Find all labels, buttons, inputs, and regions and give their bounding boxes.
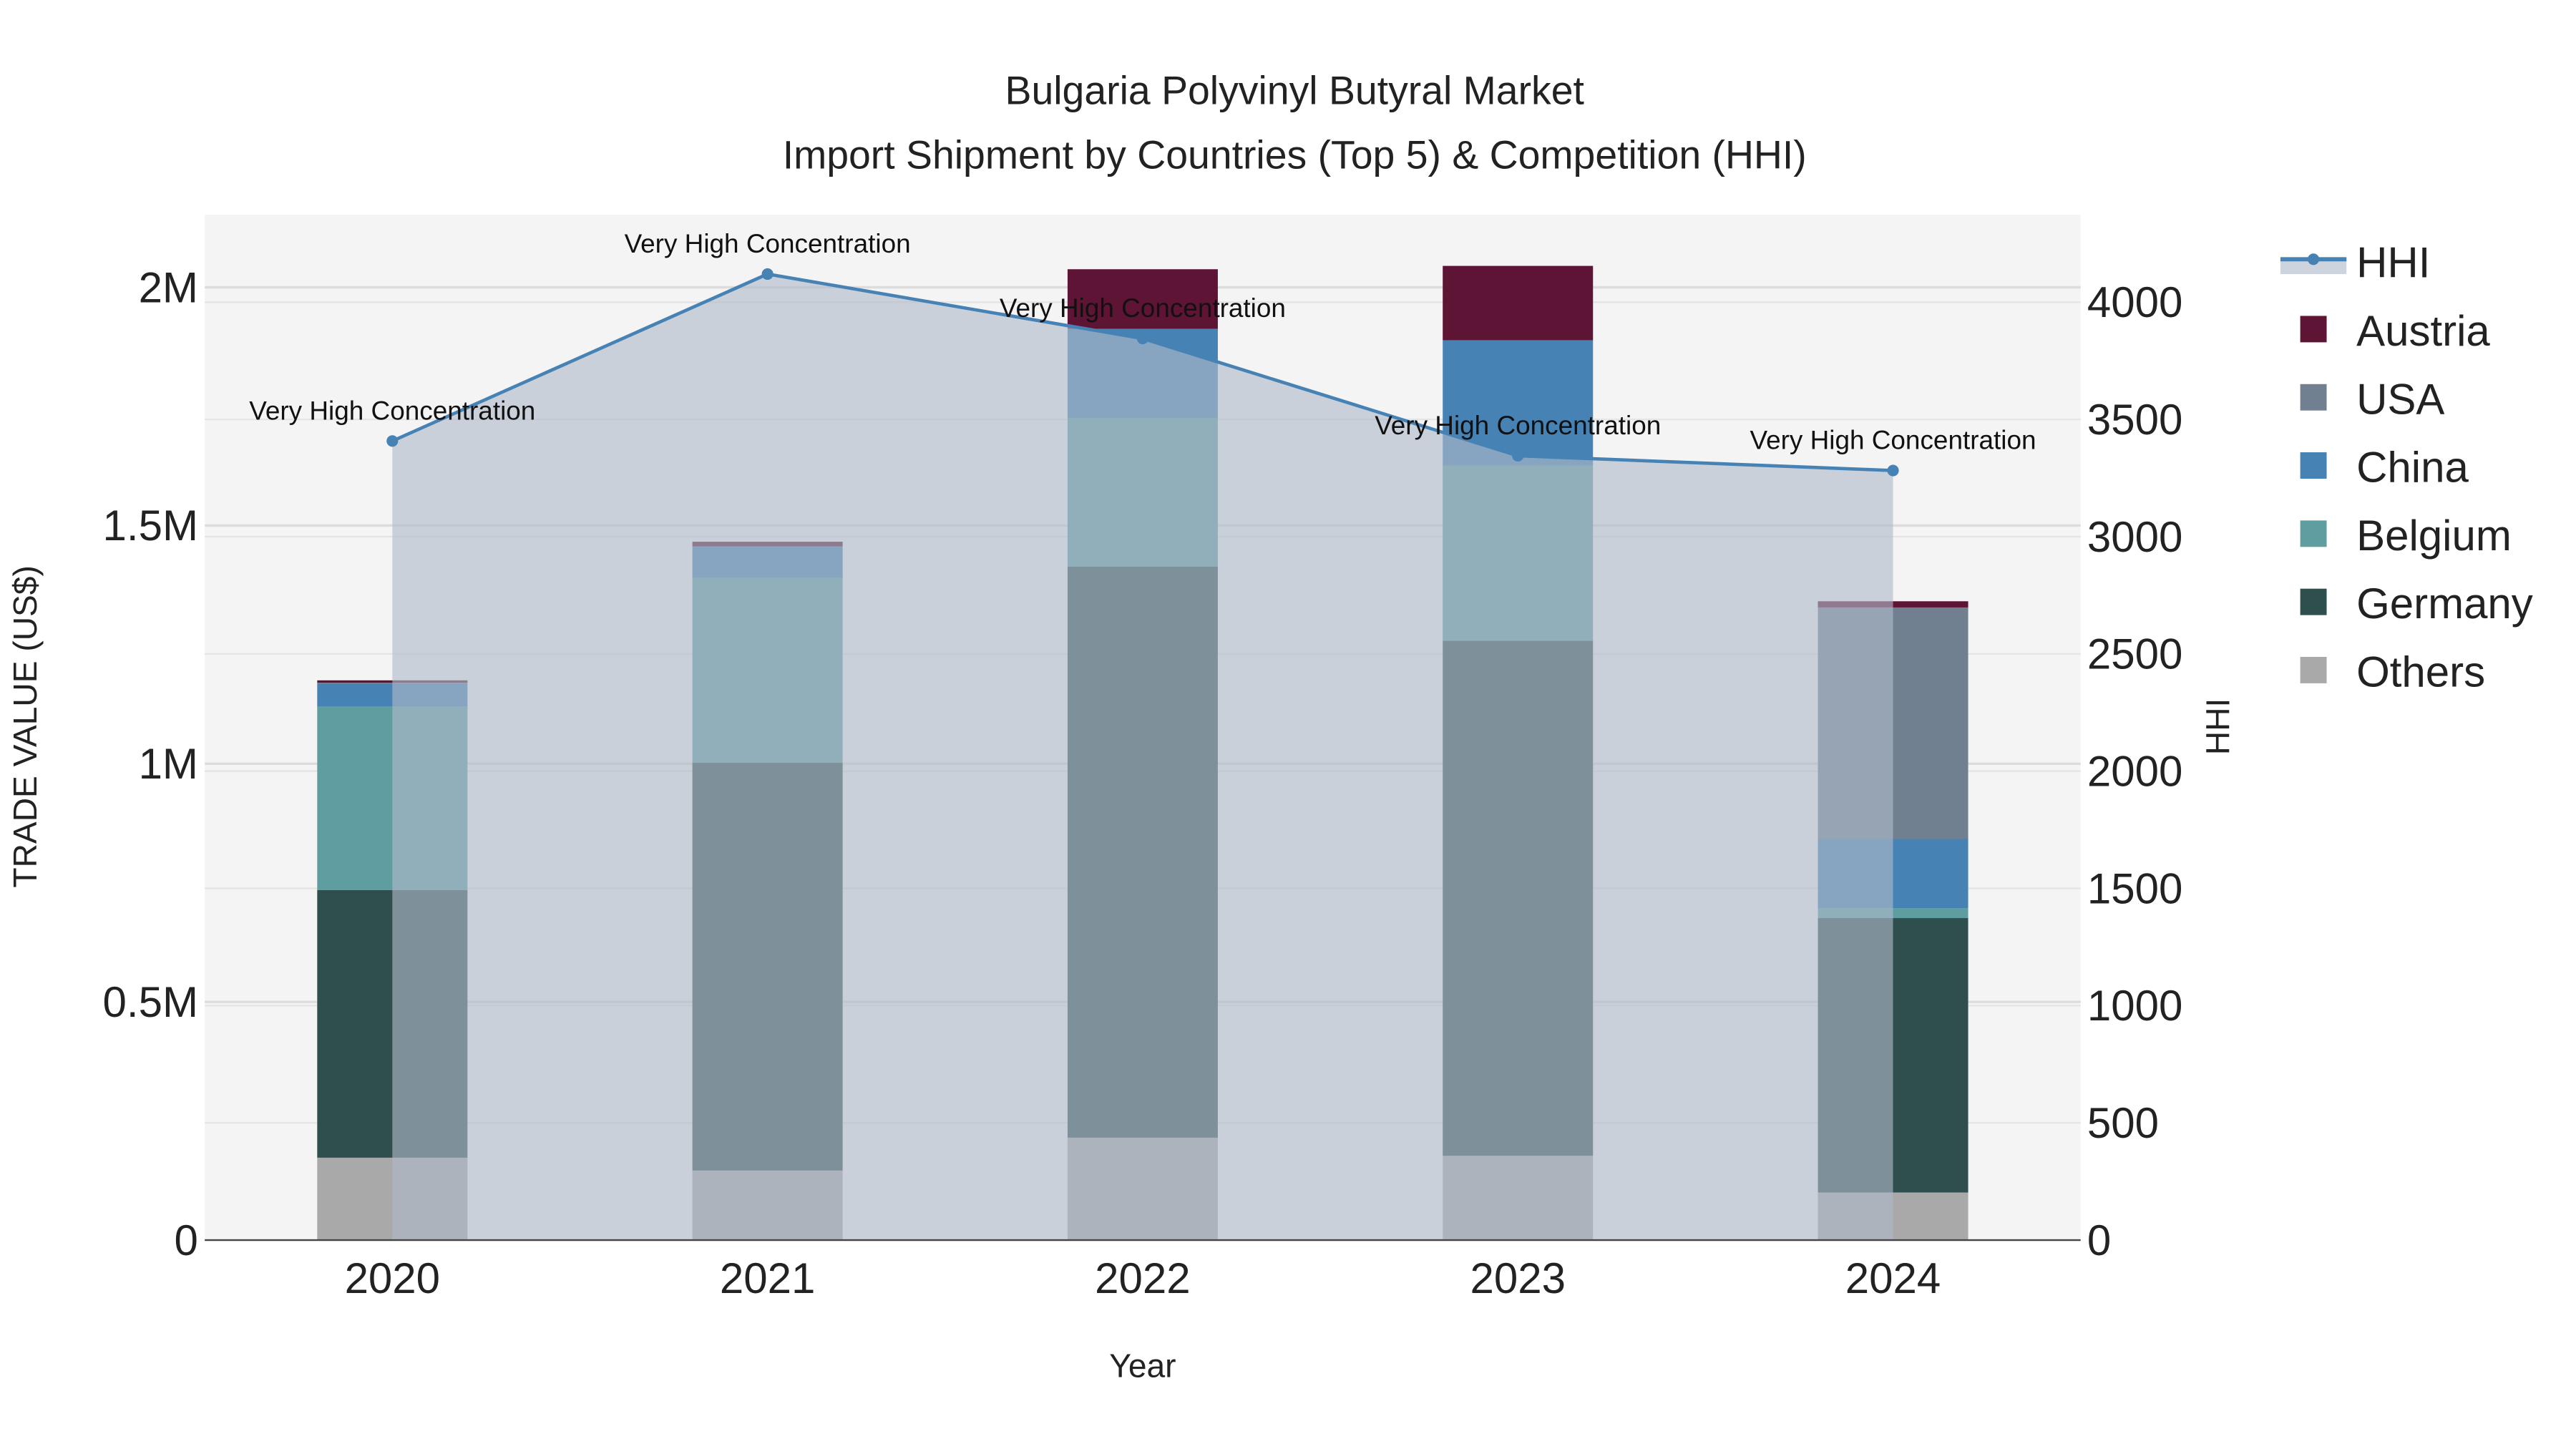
hhi-annotation-2023: Very High Concentration (1375, 411, 1661, 440)
hhi-point-2023 (1512, 449, 1524, 462)
legend-swatch-belgium (2300, 520, 2327, 547)
legend-swatch-others (2300, 657, 2327, 683)
x-axis-ticks: 2020 2021 2022 2023 2024 (345, 1254, 1941, 1302)
hhi-annotation-2024: Very High Concentration (1750, 426, 2036, 455)
legend-swatch-china (2300, 452, 2327, 479)
x-tick-label: 2024 (1845, 1254, 1941, 1302)
x-tick-label: 2020 (345, 1254, 440, 1302)
hhi-point-2022 (1136, 333, 1148, 345)
y-tick-label: 1M (139, 740, 198, 788)
y2-tick-label: 2000 (2087, 747, 2182, 795)
y-tick-label: 0.5M (103, 978, 198, 1026)
legend: HHI Austria USA China Belgium Germany Others (2280, 239, 2533, 696)
y-tick-label: 2M (139, 263, 198, 311)
y2-tick-label: 2500 (2087, 630, 2182, 678)
legend-item-austria[interactable]: Austria (2300, 307, 2491, 355)
hhi-annotation-2020: Very High Concentration (249, 396, 535, 425)
legend-item-others[interactable]: Others (2300, 648, 2486, 696)
hhi-annotation-2022: Very High Concentration (1000, 293, 1286, 323)
legend-label: China (2356, 444, 2469, 492)
legend-item-germany[interactable]: Germany (2300, 580, 2533, 628)
legend-label: Germany (2356, 580, 2533, 628)
x-axis-label: Year (1109, 1347, 1176, 1385)
y2-tick-label: 1500 (2087, 864, 2182, 912)
y2-tick-label: 3500 (2087, 396, 2182, 444)
legend-item-usa[interactable]: USA (2300, 375, 2445, 423)
y2-tick-label: 1000 (2087, 982, 2182, 1030)
y2-tick-label: 4000 (2087, 278, 2182, 326)
y2-tick-label: 3000 (2087, 513, 2182, 561)
bar-austria-2023 (1443, 265, 1594, 341)
hhi-point-2024 (1887, 464, 1899, 477)
hhi-point-2021 (761, 268, 774, 280)
y-tick-label: 0 (175, 1216, 198, 1264)
legend-label: Belgium (2356, 512, 2512, 560)
legend-label: Austria (2356, 307, 2490, 355)
legend-marker-hhi (2308, 253, 2320, 265)
y2-tick-label: 500 (2087, 1099, 2159, 1147)
chart-subtitle: Import Shipment by Countries (Top 5) & C… (783, 132, 1807, 177)
hhi-annotation-2021: Very High Concentration (625, 229, 911, 258)
y2-axis-ticks: 0 500 1000 1500 2000 2500 3000 3500 4000 (2087, 278, 2182, 1264)
legend-item-hhi[interactable]: HHI (2280, 239, 2430, 287)
x-tick-label: 2021 (720, 1254, 815, 1302)
legend-label: USA (2356, 375, 2444, 423)
legend-swatch-germany (2300, 588, 2327, 615)
y2-tick-label: 0 (2087, 1216, 2111, 1264)
hhi-point-2020 (386, 435, 399, 447)
y2-axis-label: HHI (2199, 698, 2236, 755)
chart: Very High Concentration Very High Concent… (6, 68, 2533, 1385)
legend-item-china[interactable]: China (2300, 444, 2469, 492)
x-tick-label: 2023 (1470, 1254, 1565, 1302)
y-axis-label: TRADE VALUE (US$) (6, 565, 44, 887)
chart-title: Bulgaria Polyvinyl Butyral Market (1005, 68, 1584, 112)
legend-label: Others (2356, 648, 2485, 696)
legend-swatch-usa (2300, 384, 2327, 411)
legend-item-belgium[interactable]: Belgium (2300, 512, 2512, 560)
y-axis-ticks: 0 0.5M 1M 1.5M 2M (103, 263, 198, 1264)
y-tick-label: 1.5M (103, 502, 198, 550)
x-tick-label: 2022 (1095, 1254, 1190, 1302)
legend-swatch-austria (2300, 316, 2327, 343)
legend-label: HHI (2356, 239, 2430, 287)
